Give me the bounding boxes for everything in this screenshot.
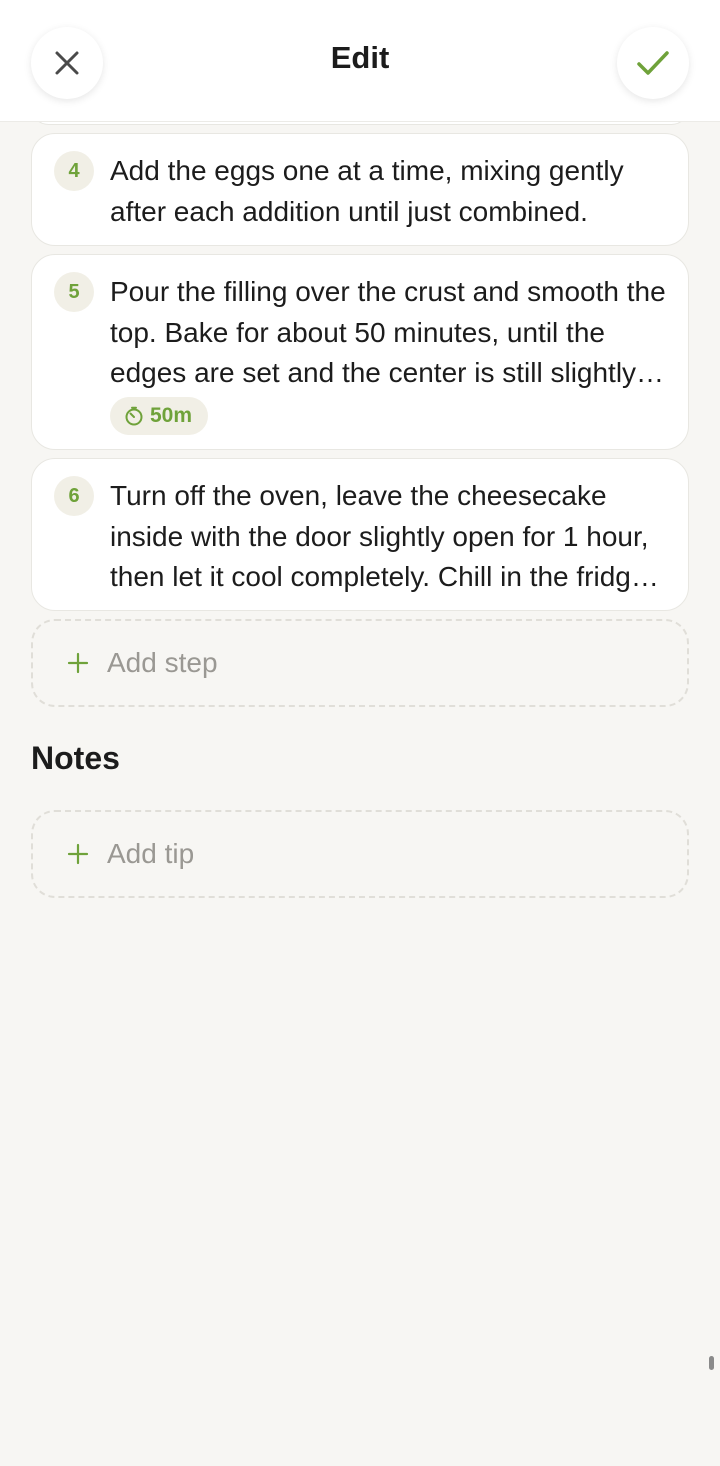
step-text[interactable]: Turn off the oven, leave the cheesecake … [110, 476, 688, 598]
step-card[interactable]: 6 Turn off the oven, leave the cheesecak… [31, 458, 689, 611]
step-number-badge: 6 [54, 476, 94, 516]
page-title: Edit [330, 40, 390, 75]
step-text-line: top. Bake for about 50 minutes, until th… [110, 316, 605, 348]
add-step-label: Add step [107, 647, 218, 678]
add-tip-button[interactable]: Add tip [31, 810, 689, 898]
step-text[interactable]: Add the eggs one at a time, mixing gentl… [110, 151, 688, 232]
timer-chip[interactable]: 50m [110, 397, 209, 435]
step-number-badge: 5 [54, 272, 94, 312]
step-text-line: edges are set and the center is still sl… [110, 357, 665, 388]
step-text-line: Turn off the oven, leave the cheesecake [110, 480, 607, 511]
top-bar: Edit [0, 0, 720, 122]
add-step-button[interactable]: Add step [31, 619, 689, 707]
timer-label: 50m [150, 404, 193, 427]
save-button[interactable] [617, 27, 689, 99]
step-card[interactable]: 5 Pour the filling over the crust and sm… [31, 254, 689, 450]
step-text-line: Add the eggs one at a time, mixing gentl… [110, 155, 624, 186]
plus-icon [67, 652, 89, 674]
add-tip-label: Add tip [107, 838, 195, 869]
step-text-line: then let it cool completely. Chill in th… [110, 561, 659, 592]
checkmark-icon [637, 51, 669, 75]
step-text-line: after each addition until just combined. [110, 195, 588, 227]
step-text-line: Pour the filling over the crust and smoo… [110, 276, 666, 307]
step-card[interactable]: 4 Add the eggs one at a time, mixing gen… [31, 133, 689, 246]
step-text[interactable]: Pour the filling over the crust and smoo… [110, 272, 688, 394]
edit-screen: Edit 4 Add the eggs one at a time, mixin… [0, 0, 720, 1466]
step-text-line: inside with the door slightly open for 1… [110, 520, 649, 552]
step-number-badge: 4 [54, 151, 94, 191]
scrollbar[interactable] [709, 1356, 714, 1370]
notes-heading: Notes [31, 740, 120, 776]
plus-icon [67, 843, 89, 865]
timer-icon [125, 406, 143, 426]
